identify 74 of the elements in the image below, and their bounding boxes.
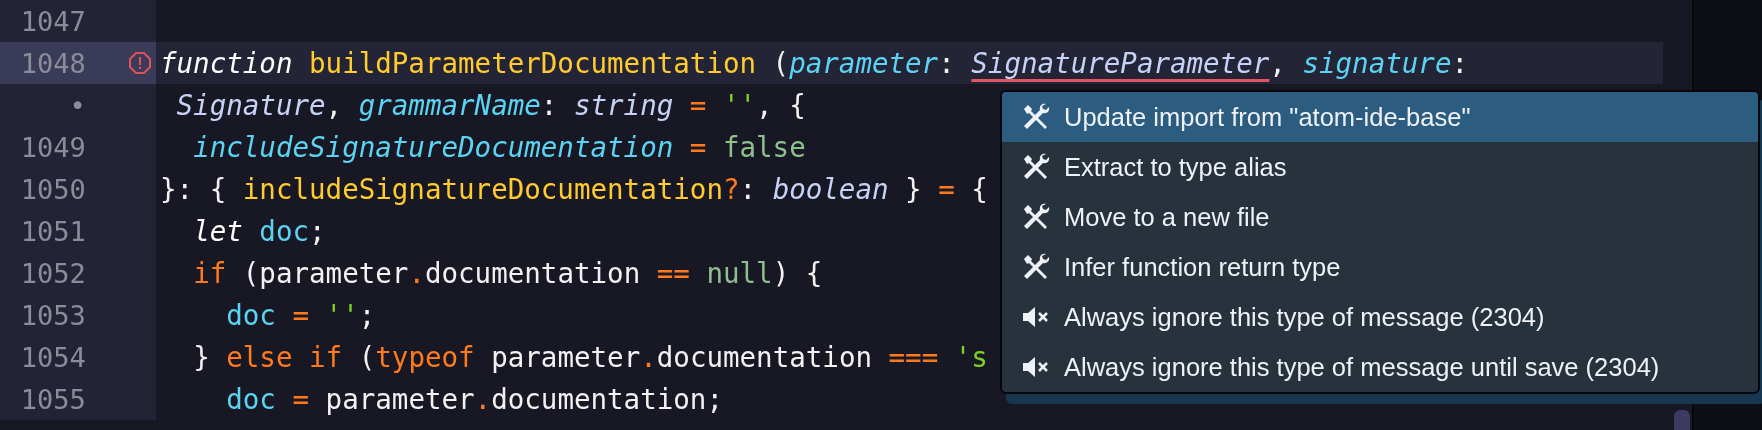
identifier: includeSignatureDocumentation [242, 173, 723, 205]
code-text: ( [772, 47, 790, 79]
line-number: 1055 [19, 383, 86, 415]
type-name: Signature [176, 89, 326, 121]
line-number: • [68, 89, 86, 121]
operator: = [689, 131, 707, 163]
code-text: (parameter [242, 257, 409, 289]
line-number: 1054 [19, 341, 86, 373]
variable: doc [259, 215, 310, 247]
code-text: }: { [160, 173, 227, 205]
operator: == [656, 257, 690, 289]
keyword: else if [226, 341, 343, 373]
literal: null [706, 257, 773, 289]
operator: = [938, 173, 955, 205]
type-name-error: SignatureParameter [971, 47, 1270, 79]
error-icon[interactable] [128, 51, 152, 75]
line-number: 1047 [19, 5, 86, 37]
parameter-name: signature [1302, 47, 1452, 79]
line-number: 1051 [19, 215, 86, 247]
code-text: , [1269, 47, 1286, 79]
menu-item[interactable]: Move to a new file [1002, 192, 1758, 242]
code-text: ; [358, 299, 376, 331]
code-text: { [971, 173, 988, 205]
keyword: function [160, 47, 293, 79]
code-text: parameter [491, 341, 641, 373]
type-name: boolean [772, 173, 889, 205]
code-text: documentation [424, 257, 641, 289]
operator: . [640, 341, 657, 373]
variable: doc [226, 299, 276, 331]
code-text: } [193, 341, 210, 373]
identifier: buildParameterDocumentation [309, 47, 757, 79]
code-text: : [540, 89, 558, 121]
code-text: , { [756, 89, 806, 121]
code-text: ; [309, 215, 326, 247]
parameter-name: parameter [789, 47, 939, 79]
operator: . [408, 257, 425, 289]
menu-item[interactable]: Always ignore this type of message (2304) [1002, 292, 1758, 342]
operator: = [292, 299, 310, 331]
keyword: if [193, 257, 227, 289]
code-text: parameter [325, 383, 475, 415]
line-number: 1048 [19, 47, 86, 79]
code-text: : [739, 173, 757, 205]
code-text: documentation [656, 341, 872, 373]
code-text: documentation; [491, 383, 723, 415]
line-number: 1050 [19, 173, 86, 205]
variable: doc [226, 383, 276, 415]
operator: = [292, 383, 310, 415]
operator: . [474, 383, 492, 415]
line-number: 1053 [19, 299, 86, 331]
keyword: typeof [375, 341, 475, 373]
string-literal: 's [954, 341, 988, 373]
code-text: : [1451, 47, 1469, 79]
code-text: ( [358, 341, 376, 373]
code-text: ) { [772, 257, 823, 289]
type-name: string [573, 89, 674, 121]
keyword: let [193, 215, 243, 247]
scrollbar-thumb[interactable] [1674, 410, 1690, 430]
parameter-name: includeSignatureDocumentation [193, 131, 674, 163]
line-number: 1052 [19, 257, 86, 289]
line-number: 1049 [19, 131, 86, 163]
string-literal: '' [723, 89, 757, 121]
menu-item[interactable]: Always ignore this type of message until save (2304) [1002, 342, 1758, 392]
menu-item[interactable]: Extract to type alias [1002, 142, 1758, 192]
operator: === [888, 341, 939, 373]
operator: = [689, 89, 707, 121]
code-text: } [905, 173, 922, 205]
string-literal: '' [325, 299, 359, 331]
code-text: : [938, 47, 955, 79]
operator: ? [722, 173, 740, 205]
menu-item[interactable]: Update import from "atom-ide-base" [1002, 92, 1758, 142]
code-text: , [325, 89, 343, 121]
menu-item[interactable]: Infer function return type [1002, 242, 1758, 292]
literal: false [722, 131, 806, 163]
parameter-name: grammarName [358, 89, 541, 121]
